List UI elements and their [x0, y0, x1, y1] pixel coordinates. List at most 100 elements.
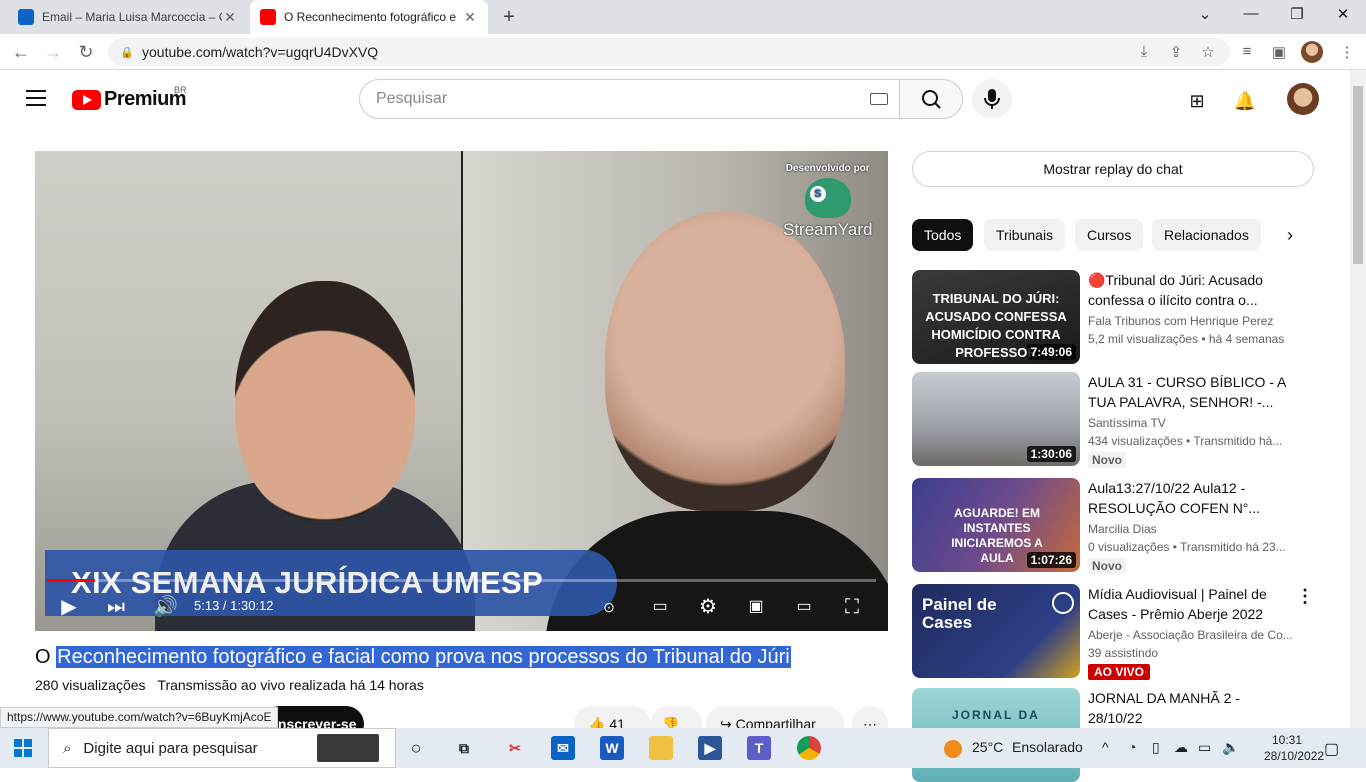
video-player[interactable]: Desenvolvido por StreamYard XIX SEMANA J… — [35, 151, 888, 631]
streamyard-brand: StreamYard — [783, 220, 873, 239]
rec-title[interactable]: Aula13:27/10/22 Aula12 - RESOLUÇÃO COFEN… — [1088, 478, 1296, 518]
word-icon[interactable]: W — [600, 736, 624, 760]
weather-sun-icon[interactable] — [944, 740, 962, 758]
outlook-icon — [18, 9, 34, 25]
windows-start-icon[interactable] — [14, 739, 32, 757]
chrome-icon[interactable] — [797, 736, 821, 760]
chevron-right-icon[interactable]: › — [1278, 225, 1302, 246]
streamyard-watermark: Desenvolvido por StreamYard — [783, 163, 872, 240]
video-thumbnail[interactable]: 1:30:06 — [912, 372, 1080, 466]
search-button[interactable] — [899, 79, 963, 119]
streamyard-caption: Desenvolvido por — [785, 163, 870, 174]
create-video-icon[interactable]: ⊞ — [1185, 89, 1209, 113]
region-code: BR — [174, 85, 187, 95]
close-icon[interactable]: ✕ — [462, 9, 478, 26]
battery-icon[interactable]: ▭ — [1198, 739, 1211, 756]
rec-channel[interactable]: Fala Tribunos com Henrique Perez — [1088, 314, 1298, 328]
clock-time: 10:31 — [1271, 733, 1303, 747]
weather-temp[interactable]: 25°C — [972, 739, 1003, 755]
reload-icon[interactable]: ↻ — [75, 41, 97, 63]
remote-app-icon[interactable]: ▶ — [698, 736, 722, 760]
youtube-logo[interactable]: Premium BR — [72, 85, 187, 111]
volume-icon[interactable]: 🔈 — [1222, 739, 1239, 756]
miniplayer-icon[interactable]: ▣ — [744, 595, 768, 619]
subtitles-icon[interactable]: ▭ — [648, 595, 672, 619]
chip-relacionados[interactable]: Relacionados — [1152, 219, 1261, 251]
weather-text[interactable]: Ensolarado — [1012, 739, 1083, 755]
rec-title[interactable]: AULA 31 - CURSO BÍBLICO - A TUA PALAVRA,… — [1088, 372, 1296, 412]
browser-profile-avatar[interactable] — [1301, 41, 1323, 63]
new-tab-button[interactable]: + — [498, 6, 520, 29]
rec-title[interactable]: JORNAL DA MANHÃ 2 - 28/10/22 — [1088, 688, 1296, 728]
keyboard-icon[interactable] — [870, 93, 888, 105]
fullscreen-icon[interactable]: ⛶ — [840, 595, 864, 619]
list-item[interactable]: TRIBUNAL DO JÚRI: ACUSADO CONFESSA HOMIC… — [912, 270, 1312, 364]
mail-icon[interactable]: ✉ — [551, 736, 575, 760]
event-banner: XIX SEMANA JURÍDICA UMESP — [45, 550, 617, 616]
play-icon[interactable]: ▶ — [59, 595, 79, 619]
tab-email[interactable]: Email – Maria Luisa Marcoccia – O ✕ — [8, 0, 248, 34]
forward-icon[interactable]: → — [42, 41, 64, 63]
address-bar[interactable]: 🔒 youtube.com/watch?v=ugqrU4DvXVQ — [108, 38, 1230, 66]
tab-search-chevron-icon[interactable]: ⌄ — [1190, 5, 1220, 23]
teams-icon[interactable]: T — [747, 736, 771, 760]
close-icon[interactable]: ✕ — [222, 9, 238, 26]
install-icon[interactable]: ⤓ — [1134, 43, 1154, 60]
cloud-icon[interactable]: ☁ — [1174, 739, 1188, 756]
status-bar-url: https://www.youtube.com/watch?v=6BuyKmjA… — [0, 707, 279, 728]
back-icon[interactable]: ← — [10, 41, 32, 63]
show-chat-replay-button[interactable]: Mostrar replay do chat — [912, 151, 1314, 187]
video-thumbnail[interactable]: AGUARDE! EM INSTANTES INICIAREMOS A AULA… — [912, 478, 1080, 572]
autoplay-toggle[interactable]: ⊙ — [593, 595, 625, 619]
cortana-icon[interactable]: ○ — [404, 736, 428, 760]
restore-button[interactable]: ❐ — [1282, 5, 1312, 23]
notifications-bell-icon[interactable]: 🔔 — [1233, 89, 1257, 113]
tab-youtube[interactable]: O Reconhecimento fotográfico e ✕ — [250, 0, 488, 34]
volume-icon[interactable]: 🔊 — [153, 595, 178, 619]
chip-todos[interactable]: Todos — [912, 219, 974, 251]
side-panel-icon[interactable]: ▣ — [1269, 43, 1289, 61]
search-icon: ⌕ — [63, 739, 72, 757]
menu-hamburger-icon[interactable] — [26, 90, 46, 106]
video-thumbnail[interactable]: TRIBUNAL DO JÚRI: ACUSADO CONFESSA HOMIC… — [912, 270, 1080, 364]
show-hidden-icons-chevron-icon[interactable]: ^ — [1102, 739, 1109, 755]
rec-stats: 434 visualizações • Transmitido há... — [1088, 434, 1283, 448]
voice-search-button[interactable] — [972, 79, 1012, 119]
duration-badge: 7:49:06 — [1026, 344, 1076, 360]
bookmark-star-icon[interactable]: ☆ — [1198, 43, 1218, 61]
settings-gear-icon[interactable]: ⚙ — [696, 595, 720, 619]
close-window-button[interactable]: ✕ — [1328, 5, 1358, 23]
avatar[interactable] — [1287, 83, 1319, 115]
menu-dots-icon[interactable]: ⋮ — [1337, 43, 1357, 61]
rec-title[interactable]: 🔴Tribunal do Júri: Acusado confessa o il… — [1088, 270, 1296, 310]
progress-bar[interactable] — [47, 579, 876, 582]
list-item[interactable]: 1:30:06 AULA 31 - CURSO BÍBLICO - A TUA … — [912, 372, 1312, 468]
next-icon[interactable]: ⏭ — [105, 595, 127, 619]
list-item[interactable]: Painel de Cases Mídia Audiovisual | Pain… — [912, 584, 1314, 680]
more-vert-icon[interactable]: ⋮ — [1296, 586, 1314, 607]
file-explorer-icon[interactable] — [649, 736, 673, 760]
rec-channel[interactable]: Aberje - Associação Brasileira de Co... — [1088, 628, 1298, 642]
snipping-tool-icon[interactable]: ✂ — [503, 736, 527, 760]
notification-center-icon[interactable]: ▢ — [1324, 739, 1339, 759]
rec-channel[interactable]: Marcilia Dias — [1088, 522, 1298, 536]
minimize-button[interactable]: — — [1236, 5, 1266, 22]
new-badge: Novo — [1088, 558, 1126, 574]
share-icon[interactable]: ⇪ — [1166, 43, 1186, 61]
theater-mode-icon[interactable]: ▭ — [792, 595, 816, 619]
search-input[interactable]: Pesquisar — [359, 79, 900, 119]
system-clock[interactable]: 10:31 28/10/2022 — [1264, 732, 1324, 764]
chip-tribunais[interactable]: Tribunais — [984, 219, 1066, 251]
rec-stats: 5,2 mil visualizações • há 4 semanas — [1088, 332, 1285, 346]
device-icon[interactable]: ▯ — [1152, 739, 1160, 756]
list-item[interactable]: AGUARDE! EM INSTANTES INICIAREMOS A AULA… — [912, 478, 1312, 574]
taskbar-search-input[interactable]: ⌕ Digite aqui para pesquisar — [48, 728, 396, 768]
media-controls-icon[interactable]: ≡ — [1237, 43, 1257, 60]
rec-title[interactable]: Mídia Audiovisual | Painel de Cases - Pr… — [1088, 584, 1296, 624]
video-thumbnail[interactable]: Painel de Cases — [912, 584, 1080, 678]
network-icon[interactable]: ◔ — [1128, 739, 1136, 755]
rec-channel[interactable]: Santíssima TV — [1088, 416, 1298, 430]
chip-cursos[interactable]: Cursos — [1075, 219, 1144, 251]
task-view-icon[interactable]: ⧉ — [452, 736, 476, 760]
scrollbar-thumb[interactable] — [1353, 86, 1363, 264]
